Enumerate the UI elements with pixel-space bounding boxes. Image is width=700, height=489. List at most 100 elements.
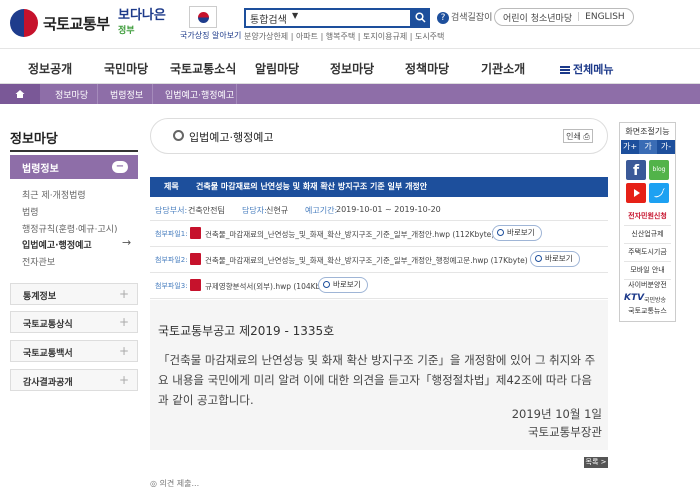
nav-news[interactable]: 국토교통소식 (170, 60, 236, 77)
quick-item-mobile[interactable]: 모바일 안내 (620, 265, 675, 275)
quick-item-housing-fund[interactable]: 주택도시기금 (620, 247, 675, 257)
sidebar-item-label: 국토교통상식 (23, 320, 73, 330)
view-button[interactable]: 바로보기 (530, 251, 580, 267)
divider (10, 150, 138, 152)
search-button[interactable] (410, 8, 430, 28)
view-button[interactable]: 바로보기 (492, 225, 542, 241)
sidebar-item-statistics[interactable]: 통계정보 + (10, 283, 138, 305)
quick-item-regulation[interactable]: 신산업규제 (620, 229, 675, 239)
attachment-key: 첨부파일3: (155, 282, 188, 290)
ktv-subtitle: 국민방송 (644, 297, 667, 304)
magnifier-icon (535, 255, 542, 262)
attachment-file-link[interactable]: 건축물_마감재료의_난연성능_및_화재_확산_방지구조_기준_일부_개정안.hw… (205, 229, 494, 240)
plus-icon: + (118, 344, 129, 358)
sidebar-item-white-paper[interactable]: 국토교통백서 + (10, 340, 138, 362)
subject-key: 제목 (164, 182, 179, 191)
person-key: 담당자: (242, 206, 267, 215)
dept-key: 담당부서: (155, 206, 188, 215)
attachment-row: 첨부파일1: 건축물_마감재료의_난연성능_및_화재_확산_방지구조_기준_일부… (150, 221, 608, 247)
youtube-icon[interactable] (626, 183, 646, 203)
sidebar-item-audit[interactable]: 감사결과공개 + (10, 369, 138, 391)
home-button[interactable] (0, 84, 40, 104)
list-button[interactable]: 목록 > (584, 457, 608, 468)
print-button[interactable]: 인쇄 ⎙ (563, 129, 593, 143)
flag-caption[interactable]: 국가상징 알아보기 (180, 30, 241, 41)
search-category-select[interactable]: 통합검색 (250, 11, 287, 26)
sidebar-subitem-gazette[interactable]: 전자관보 (22, 255, 55, 268)
all-menu-button[interactable]: 전체메뉴 (560, 61, 613, 77)
attachment-file-link[interactable]: 건축물_마감재료의_난연성능_및_화재_확산_방지구조_기준_일부_개정안_행정… (205, 255, 528, 266)
breadcrumb-item[interactable]: 정보마당 (55, 88, 88, 101)
nav-about[interactable]: 기관소개 (481, 60, 525, 77)
quick-menu: 화면조절기능 가+ 가 가- f blog 전자민원신청 신산업규제 주택도시기… (619, 122, 676, 322)
sidebar-subitem-admin-rules[interactable]: 행정규칙(훈령·예규·고시) (22, 222, 118, 235)
subject-value: 건축물 마감재료의 난연성능 및 화재 확산 방지구조 기준 일부 개정안 (196, 182, 428, 191)
sidebar-item-common-sense[interactable]: 국토교통상식 + (10, 311, 138, 333)
breadcrumb-item[interactable]: 입법예고·행정예고 (165, 88, 234, 101)
search-help-label: 검색길잡이 (451, 13, 493, 23)
ktv-logo[interactable]: KTV (624, 293, 644, 303)
sidebar-subitem-legislative-notice[interactable]: 입법예고·행정예고 (22, 238, 92, 251)
font-increase-button[interactable]: 가+ (621, 140, 639, 154)
magnifier-icon (497, 229, 504, 236)
attachment-file-link[interactable]: 규제영향분석서(외부).hwp (104Kbyte) (205, 281, 335, 292)
page-title-box: 입법예고·행정예고 (150, 118, 608, 154)
period-key: 예고기간: (305, 206, 338, 215)
popular-search-links[interactable]: 분양가상한제 | 아파트 | 행복주택 | 토지이용규제 | 도시주택 (244, 31, 444, 42)
dept-value: 건축안전팀 (188, 206, 225, 215)
sidebar-subitem-recent-laws[interactable]: 최근 제·개정법령 (22, 188, 86, 201)
site-logo[interactable]: 국토교통부 (43, 13, 110, 34)
ktv-news-link[interactable]: 국토교통뉴스 (620, 306, 675, 316)
sidebar-item-label: 감사결과공개 (23, 378, 73, 388)
quick-item-cyber-exhibit[interactable]: 사이버분양전 (620, 280, 675, 290)
plus-icon: + (118, 287, 129, 301)
font-decrease-button[interactable]: 가- (657, 140, 675, 154)
kids-link[interactable]: 어린이 청소년마당 (503, 11, 572, 24)
all-menu-label: 전체메뉴 (573, 63, 614, 76)
blog-icon[interactable]: blog (649, 160, 669, 180)
home-icon (15, 90, 25, 98)
nav-citizen[interactable]: 국민마당 (104, 60, 148, 77)
sidebar-item-label: 통계정보 (23, 292, 57, 302)
attachment-key: 첨부파일2: (155, 256, 188, 264)
nav-notice[interactable]: 알림마당 (255, 60, 299, 77)
nav-info-disclosure[interactable]: 정보공개 (28, 60, 72, 77)
person-value: 신현규 (266, 206, 289, 215)
sidebar-subitem-laws[interactable]: 법령 (22, 205, 39, 218)
sidebar-title: 정보마당 (10, 132, 58, 147)
government-emblem-icon[interactable] (10, 9, 38, 37)
period-value: 2019-10-01 ~ 2019-10-20 (336, 205, 441, 214)
notice-date: 2019년 10월 1일 (511, 407, 602, 421)
circle-icon (173, 130, 184, 141)
notice-signature: 국토교통부장관 (527, 425, 602, 439)
hwp-file-icon (190, 279, 201, 291)
sidebar-item-law-info[interactable]: 법령정보 − (10, 155, 138, 179)
breadcrumb-item[interactable]: 법령정보 (110, 88, 143, 101)
view-button[interactable]: 바로보기 (318, 277, 368, 293)
search-input[interactable]: 통합검색 ▼ (244, 8, 430, 28)
twitter-icon[interactable] (649, 183, 669, 203)
nav-policy[interactable]: 정책마당 (405, 60, 449, 77)
notice-text: 「건축물 마감재료의 난연성능 및 화재 확산 방지구조 기준」을 개정함에 있… (158, 353, 596, 407)
view-label: 바로보기 (333, 280, 361, 289)
nav-info[interactable]: 정보마당 (330, 60, 374, 77)
font-reset-button[interactable]: 가 (639, 140, 657, 154)
slogan-bottom: 정부 (118, 26, 135, 36)
search-help-link[interactable]: ? 검색길잡이 (437, 10, 492, 24)
collapse-icon[interactable]: − (112, 161, 128, 173)
print-label: 인쇄 (566, 132, 581, 141)
screen-control-title: 화면조절기능 (625, 127, 670, 136)
main-navigation: 정보공개 국민마당 국토교통소식 알림마당 정보마당 정책마당 기관소개 전체메… (0, 48, 700, 84)
top-links: 어린이 청소년마당 | ENGLISH (494, 8, 634, 26)
national-flag-icon[interactable] (189, 6, 217, 28)
magnifier-icon (323, 281, 330, 288)
hwp-file-icon (190, 253, 201, 265)
question-icon: ? (437, 12, 449, 24)
english-link[interactable]: ENGLISH (585, 12, 625, 22)
quick-item-e-petition[interactable]: 전자민원신청 (620, 211, 675, 221)
meta-row: 담당부서: 건축안전팀 담당자: 신현규 예고기간: 2019-10-01 ~ … (150, 199, 608, 221)
hwp-file-icon (190, 227, 201, 239)
header: 국토교통부 보다나은 정부 국가상징 알아보기 통합검색 ▼ 분양가상한제 | … (0, 0, 700, 48)
facebook-icon[interactable]: f (626, 160, 646, 180)
sidebar-item-label: 법령정보 (22, 164, 59, 175)
